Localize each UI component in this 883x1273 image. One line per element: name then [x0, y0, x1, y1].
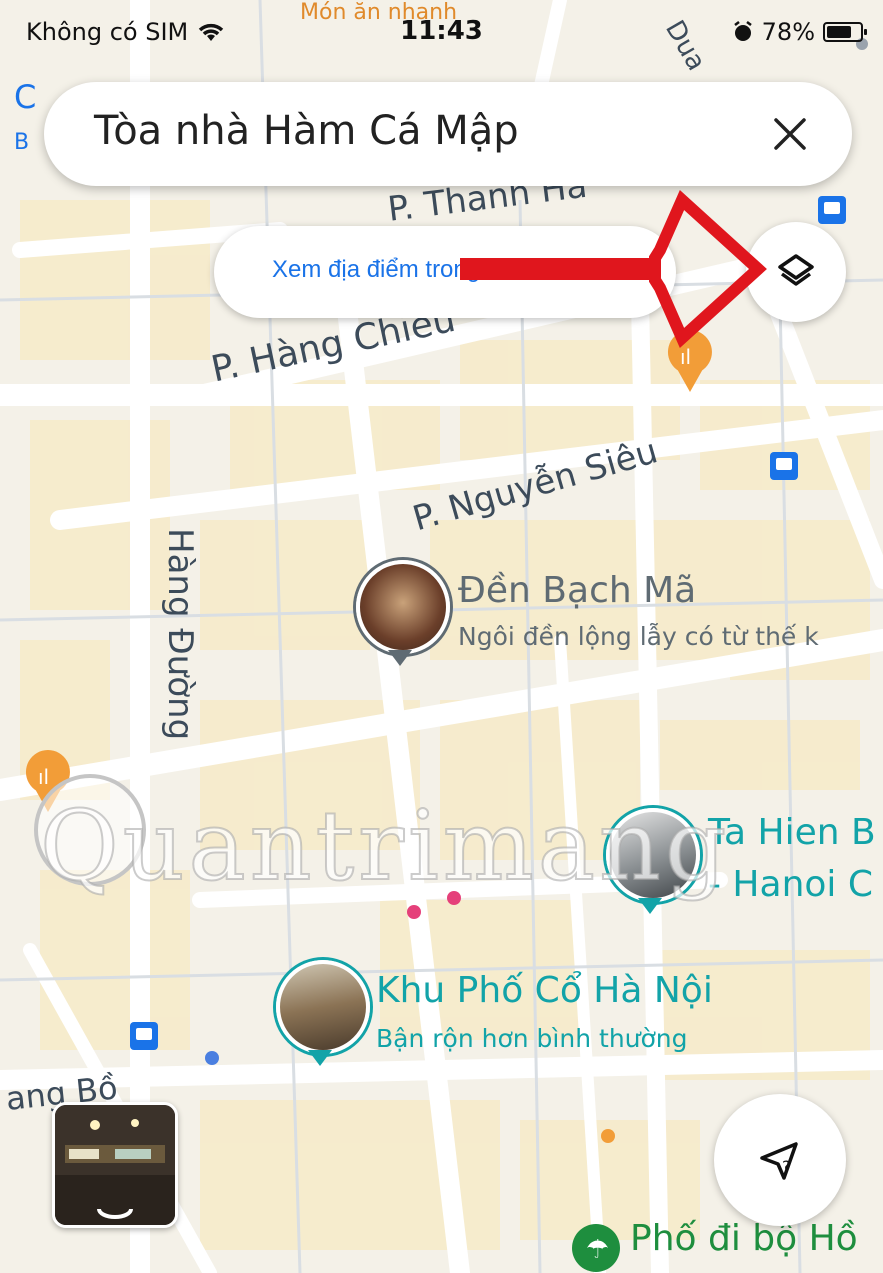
alarm-icon	[733, 21, 752, 41]
poi-photo	[356, 560, 450, 654]
search-bar[interactable]: Tòa nhà Hàm Cá Mập	[44, 82, 852, 186]
street-view-image	[55, 1105, 175, 1225]
poi-photo	[276, 960, 370, 1054]
poi-subtitle: Bận rộn hơn bình thường	[376, 1024, 688, 1053]
poi-pho-di-bo[interactable]: Phố đi bộ Hồ	[630, 1218, 858, 1259]
poi-subtitle: Ngôi đền lộng lẫy có từ thế k	[458, 622, 819, 651]
battery-icon	[823, 22, 867, 42]
status-right: 78%	[732, 18, 867, 46]
search-query[interactable]: Tòa nhà Hàm Cá Mập	[94, 108, 519, 154]
road-label-hang-duong: Hàng Đường	[160, 528, 200, 741]
close-button[interactable]	[760, 104, 820, 164]
status-bar: Không có SIM 11:43 78%	[0, 0, 883, 56]
layers-icon	[778, 254, 814, 286]
svg-text:?: ?	[782, 1157, 791, 1176]
watermark: Quantrimang	[39, 789, 731, 903]
poi-pointer	[308, 1050, 332, 1066]
annotation-arrow	[460, 189, 767, 349]
location-arrow-icon: ?	[760, 1142, 798, 1180]
map-screen: ıl ıl ☂ Món ăn nhanh Dua C B P. Thanh Hà…	[0, 0, 883, 1273]
poi-pointer	[388, 650, 412, 666]
poi-title: Khu Phố Cổ Hà Nội	[376, 970, 713, 1011]
poi-title: Đền Bạch Mã	[458, 570, 697, 611]
view-places-label: Xem địa điểm trong	[272, 256, 481, 283]
svg-text:ıl: ıl	[38, 765, 49, 789]
road-label-left-1: C	[14, 78, 37, 116]
poi-title: Ta Hien B	[708, 812, 876, 853]
poi-subtitle: - Hanoi C	[708, 864, 873, 905]
road-label-left-2: B	[14, 130, 30, 155]
location-button[interactable]: ?	[714, 1094, 846, 1226]
svg-text:☂: ☂	[586, 1235, 609, 1265]
close-icon	[774, 118, 806, 150]
street-view-thumbnail[interactable]	[52, 1102, 178, 1228]
battery-percent: 78%	[761, 18, 815, 46]
